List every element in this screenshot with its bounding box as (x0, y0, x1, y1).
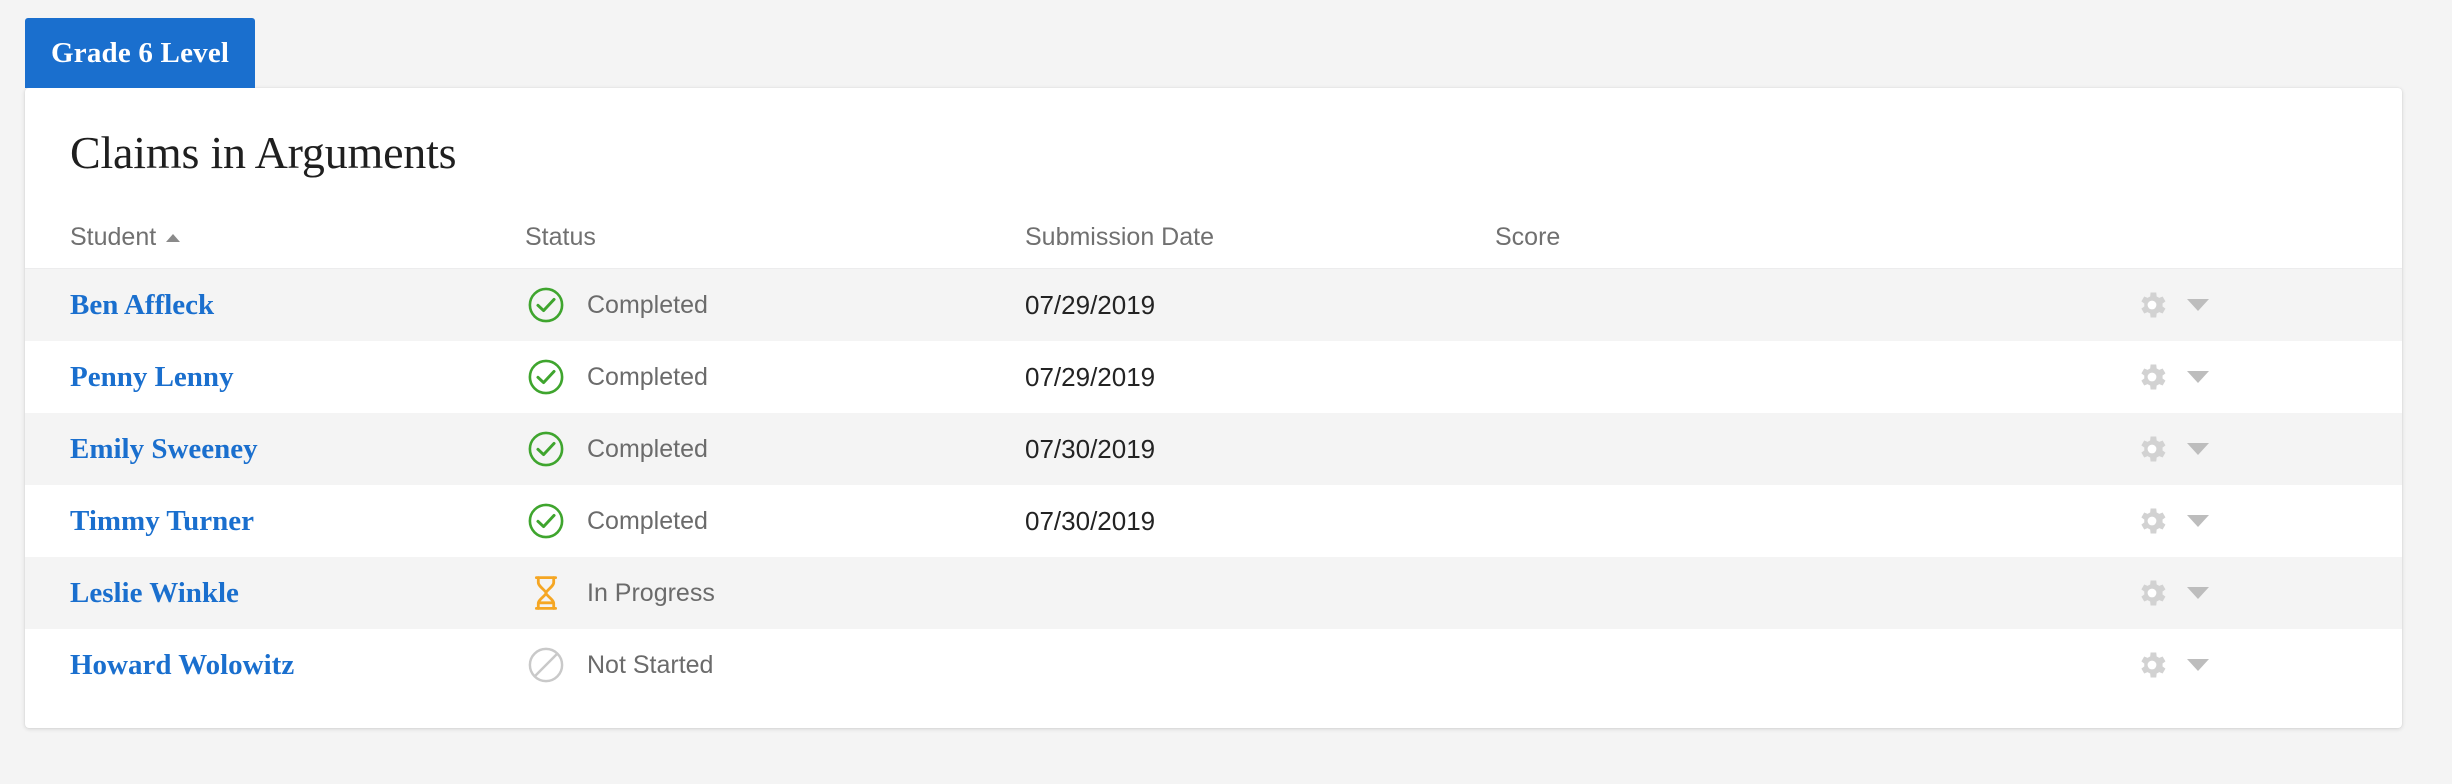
status-cell: Not Started (525, 644, 1025, 686)
submission-date-cell: 07/29/2019 (1025, 362, 1495, 393)
hourglass-icon (534, 576, 558, 610)
student-link[interactable]: Penny Lenny (70, 361, 234, 393)
submission-date-value: 07/29/2019 (1025, 289, 1156, 320)
table-row: Emily Sweeney Completed 07/30/2019 (25, 413, 2402, 485)
table-row: Howard Wolowitz Not Started (25, 629, 2402, 701)
column-header-score[interactable]: Score (1495, 223, 2055, 252)
prohibited-circle-icon (528, 647, 564, 683)
caret-down-icon[interactable] (2187, 371, 2209, 383)
tab-label: Grade 6 Level (51, 36, 230, 69)
submission-date-cell: 07/30/2019 (1025, 506, 1495, 537)
status-label: Completed (587, 290, 708, 319)
student-cell: Penny Lenny (25, 361, 525, 394)
actions-cell (2055, 288, 2402, 322)
row-actions-menu[interactable] (2135, 288, 2209, 322)
caret-down-icon[interactable] (2187, 299, 2209, 311)
gear-icon[interactable] (2135, 504, 2169, 538)
row-actions-menu[interactable] (2135, 360, 2209, 394)
status-label: Completed (587, 362, 708, 391)
table-row: Leslie Winkle In Progress (25, 557, 2402, 629)
column-header-status[interactable]: Status (525, 223, 596, 252)
status-label: Completed (587, 506, 708, 535)
student-link[interactable]: Leslie Winkle (70, 577, 239, 609)
column-header-status-cell: Status (525, 223, 1025, 252)
submission-date-cell: 07/30/2019 (1025, 434, 1495, 465)
check-circle-icon (528, 287, 564, 323)
status-cell: Completed (525, 356, 1025, 398)
page-root: Grade 6 Level Claims in Arguments Studen… (0, 0, 2452, 784)
check-circle-icon (528, 503, 564, 539)
gear-icon[interactable] (2135, 648, 2169, 682)
gear-icon[interactable] (2135, 432, 2169, 466)
column-header-submission-date[interactable]: Submission Date (1025, 223, 1495, 252)
row-actions-menu[interactable] (2135, 648, 2209, 682)
row-actions-menu[interactable] (2135, 576, 2209, 610)
gear-icon[interactable] (2135, 288, 2169, 322)
column-header-student-label: Student (70, 223, 157, 251)
column-header-student-cell: Student (25, 223, 525, 252)
gear-icon[interactable] (2135, 576, 2169, 610)
student-cell: Emily Sweeney (25, 433, 525, 466)
student-link[interactable]: Emily Sweeney (70, 433, 258, 465)
column-header-score-label: Score (1495, 223, 1561, 251)
check-circle-icon (528, 359, 564, 395)
actions-cell (2055, 504, 2402, 538)
status-label: In Progress (587, 578, 715, 607)
student-link[interactable]: Ben Affleck (70, 289, 214, 321)
table-header-row: Student Status Submission Date Score (25, 207, 2402, 269)
status-cell: Completed (525, 428, 1025, 470)
student-cell: Ben Affleck (25, 289, 525, 322)
submission-date-value: 07/30/2019 (1025, 505, 1156, 536)
assignment-card: Claims in Arguments Student Status Submi… (25, 88, 2402, 728)
caret-down-icon[interactable] (2187, 443, 2209, 455)
student-link[interactable]: Timmy Turner (70, 505, 254, 537)
caret-down-icon[interactable] (2187, 515, 2209, 527)
caret-down-icon[interactable] (2187, 587, 2209, 599)
status-cell: In Progress (525, 572, 1025, 614)
status-label: Completed (587, 434, 708, 463)
tab-grade-6-level[interactable]: Grade 6 Level (25, 18, 256, 88)
column-header-submission-date-label: Submission Date (1025, 223, 1214, 251)
student-cell: Howard Wolowitz (25, 649, 525, 682)
column-header-status-label: Status (525, 223, 596, 251)
student-cell: Leslie Winkle (25, 577, 525, 610)
page-title: Claims in Arguments (70, 127, 457, 178)
gear-icon[interactable] (2135, 360, 2169, 394)
submission-date-value: 07/30/2019 (1025, 433, 1156, 464)
submission-date-value: 07/29/2019 (1025, 361, 1156, 392)
row-actions-menu[interactable] (2135, 504, 2209, 538)
student-progress-table: Student Status Submission Date Score Ben… (25, 207, 2402, 701)
actions-cell (2055, 360, 2402, 394)
actions-cell (2055, 432, 2402, 466)
status-cell: Completed (525, 500, 1025, 542)
check-circle-icon (528, 431, 564, 467)
actions-cell (2055, 648, 2402, 682)
actions-cell (2055, 576, 2402, 610)
column-header-date-cell: Submission Date (1025, 223, 1495, 252)
table-row: Timmy Turner Completed 07/30/2019 (25, 485, 2402, 557)
student-cell: Timmy Turner (25, 505, 525, 538)
column-header-student[interactable]: Student (70, 223, 525, 252)
row-actions-menu[interactable] (2135, 432, 2209, 466)
caret-up-icon (166, 233, 181, 242)
submission-date-cell: 07/29/2019 (1025, 290, 1495, 321)
student-link[interactable]: Howard Wolowitz (70, 649, 294, 681)
caret-down-icon[interactable] (2187, 659, 2209, 671)
column-header-score-cell: Score (1495, 223, 2055, 252)
tab-strip: Grade 6 Level (25, 18, 256, 88)
table-row: Ben Affleck Completed 07/29/2019 (25, 269, 2402, 341)
status-cell: Completed (525, 284, 1025, 326)
status-label: Not Started (587, 650, 714, 679)
table-row: Penny Lenny Completed 07/29/2019 (25, 341, 2402, 413)
